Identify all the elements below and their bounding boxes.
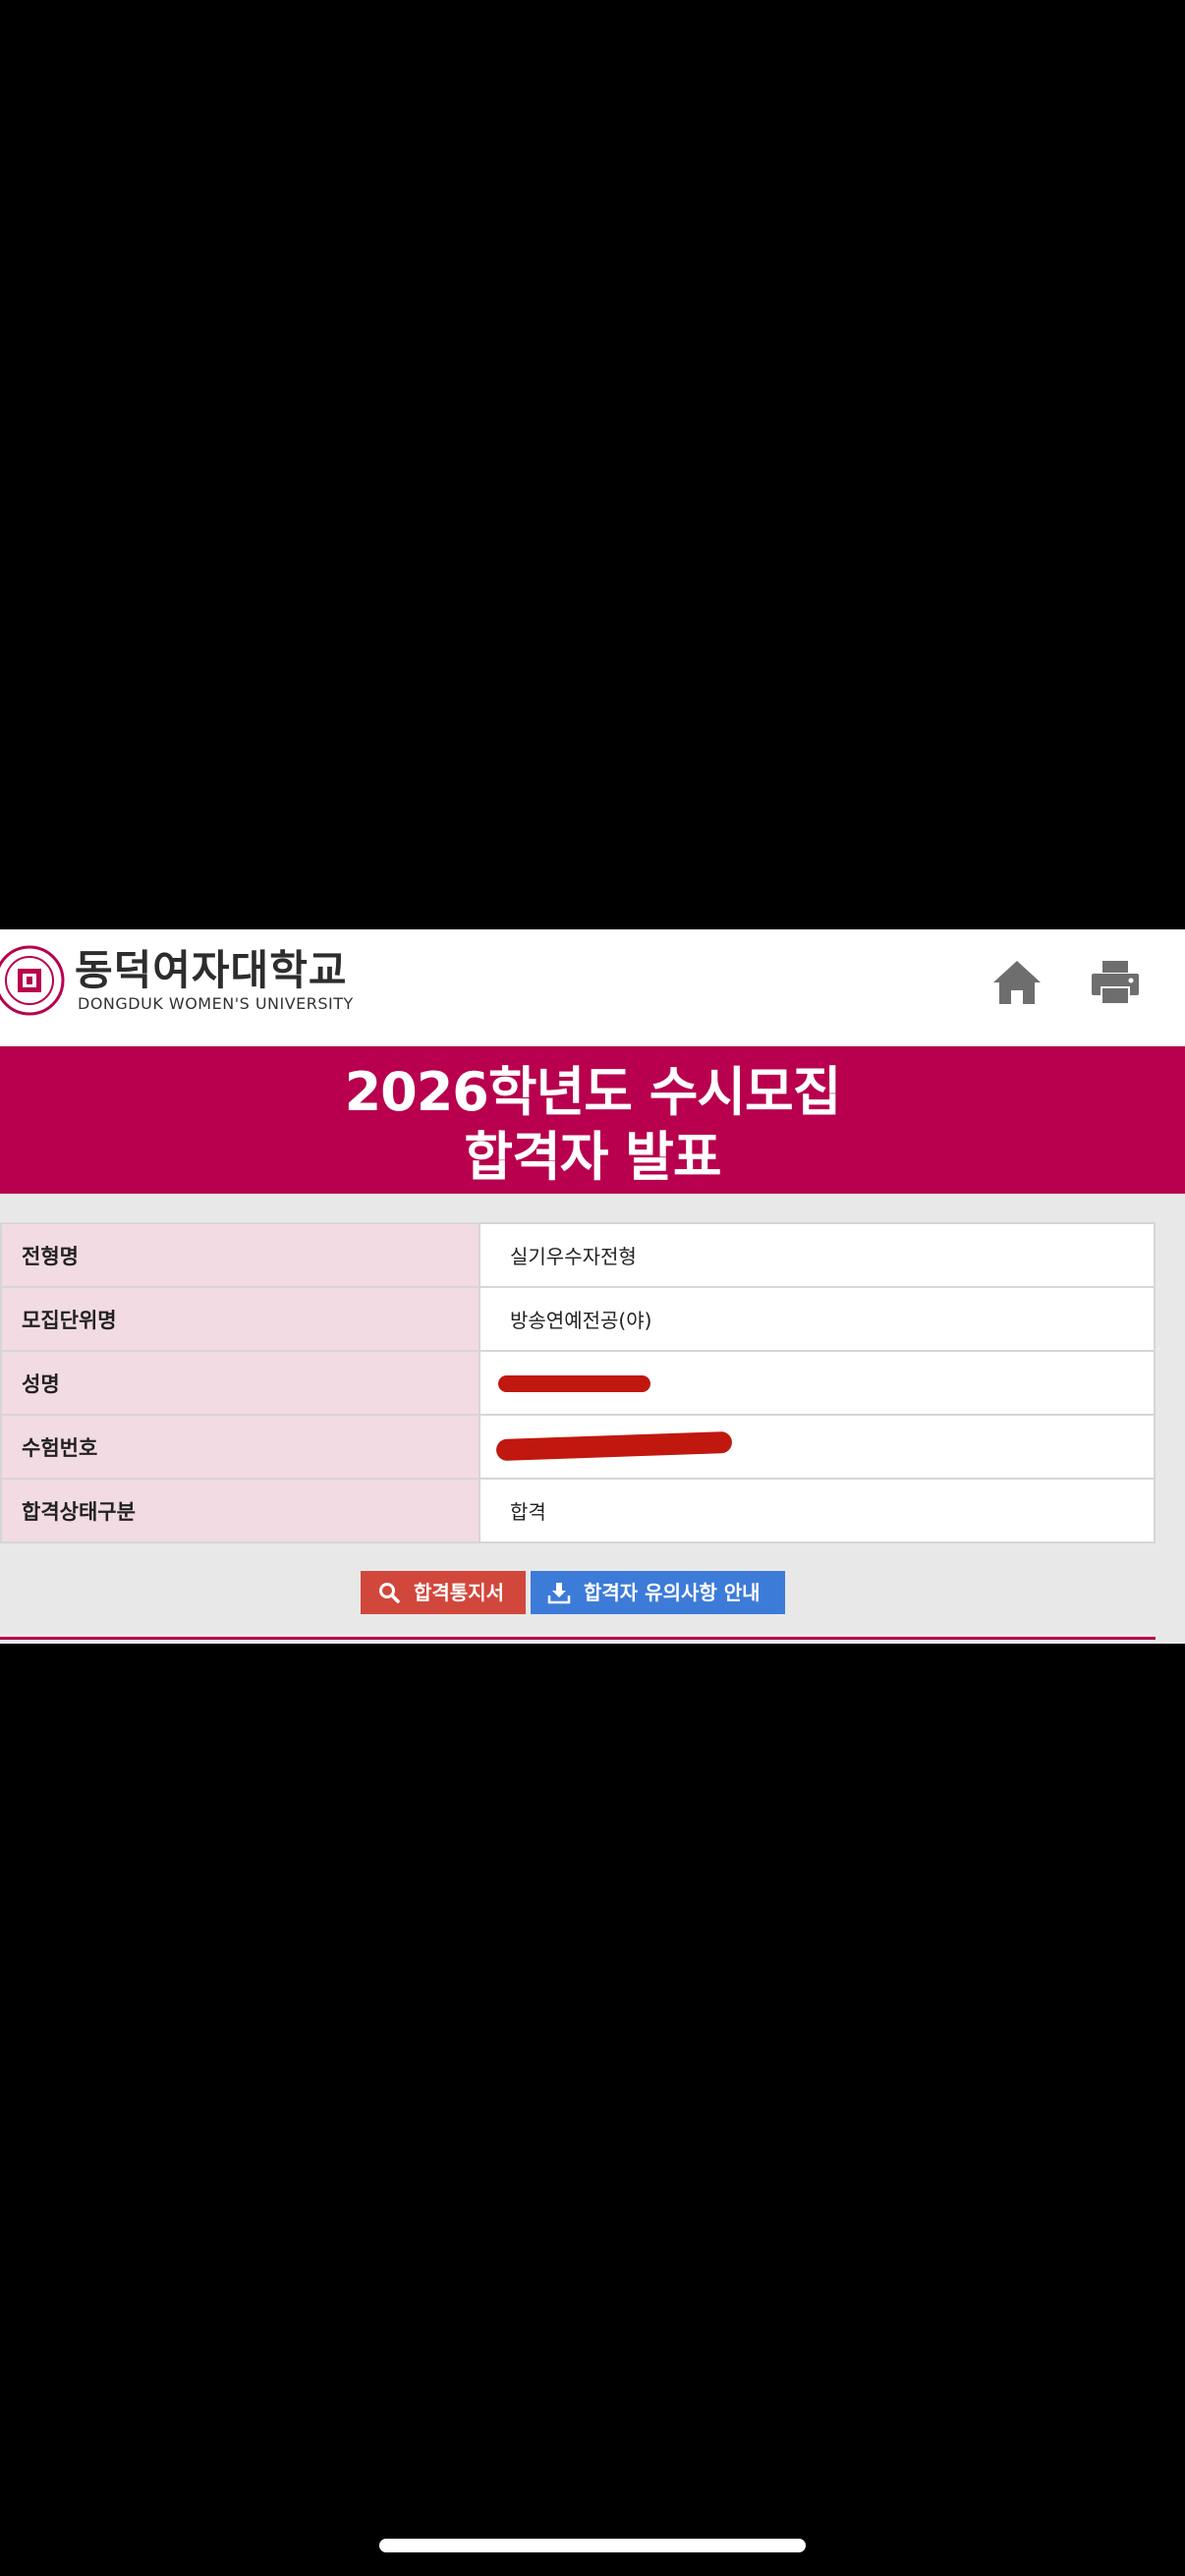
university-seal-icon[interactable] [0,945,65,1016]
banner-title-result: 합격자 발표 [464,1126,721,1188]
search-icon [379,1583,400,1603]
admission-guide-label: 합격자 유의사항 안내 [584,1581,761,1604]
row-label-result-status: 합격상태구분 [0,1478,480,1543]
row-value-exam-number [479,1414,1156,1480]
redaction-mark [498,1375,650,1392]
table-row: 모집단위명 방송연예전공(야) [0,1286,1156,1352]
university-logo-english: DONGDUK WOMEN'S UNIVERSITY [78,994,354,1013]
row-value-name [479,1350,1156,1416]
browser-page: 동덕여자대학교 DONGDUK WOMEN'S UNIVERSITY 2026학… [0,929,1185,1644]
row-label-admission-type: 전형명 [0,1222,480,1288]
row-label-exam-number: 수험번호 [0,1414,480,1480]
table-row: 합격상태구분 합격 [0,1478,1156,1543]
table-row: 수험번호 [0,1414,1156,1480]
section-divider [0,1637,1156,1640]
announcement-banner: 2026학년도 수시모집 합격자 발표 [0,1046,1185,1194]
action-buttons: 합격통지서 합격자 유의사항 안내 [0,1571,1185,1614]
home-indicator-bar[interactable] [379,2539,806,2552]
table-row: 전형명 실기우수자전형 [0,1222,1156,1288]
download-icon [547,1583,571,1604]
row-label-name: 성명 [0,1350,480,1416]
home-icon[interactable] [989,955,1044,1010]
row-value-result-status: 합격 [479,1478,1156,1543]
admission-guide-button[interactable]: 합격자 유의사항 안내 [531,1571,785,1614]
table-row: 성명 [0,1350,1156,1416]
banner-title-year: 2026학년도 수시모집 [344,1061,842,1123]
site-header: 동덕여자대학교 DONGDUK WOMEN'S UNIVERSITY [0,929,1185,1046]
admission-result-table: 전형명 실기우수자전형 모집단위명 방송연예전공(야) 성명 수험번호 합격상태… [0,1222,1156,1543]
row-value-department: 방송연예전공(야) [479,1286,1156,1352]
acceptance-letter-label: 합격통지서 [414,1581,504,1604]
redaction-mark [495,1430,733,1462]
acceptance-letter-button[interactable]: 합격통지서 [361,1571,526,1614]
row-value-admission-type: 실기우수자전형 [479,1222,1156,1288]
university-logo-korean[interactable]: 동덕여자대학교 [75,947,347,994]
printer-icon[interactable] [1088,955,1143,1010]
row-label-department: 모집단위명 [0,1286,480,1352]
